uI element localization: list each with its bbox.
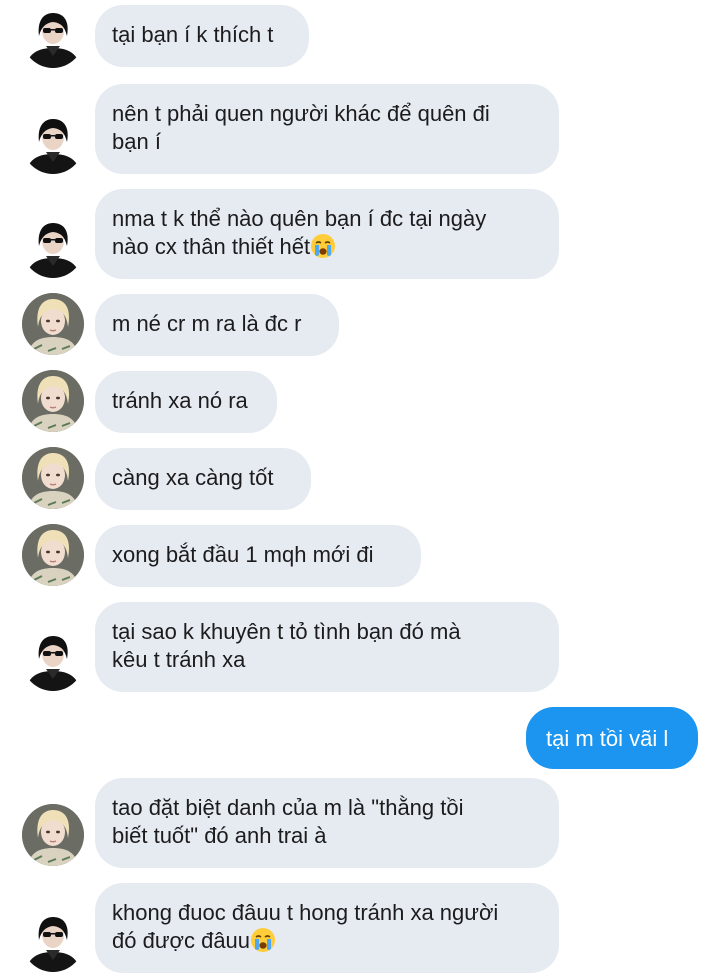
avatar[interactable] bbox=[22, 370, 84, 432]
message-text: tại m tồi vãi l bbox=[546, 726, 669, 751]
avatar[interactable] bbox=[22, 293, 84, 355]
message-text: khong đuoc đâuu t hong tránh xa người bbox=[112, 900, 499, 925]
incoming-message-bubble[interactable]: m né cr m ra là đc r bbox=[95, 294, 339, 356]
dark-haired-person-avatar-icon bbox=[22, 629, 84, 691]
dark-haired-person-avatar-icon bbox=[22, 112, 84, 174]
avatar[interactable] bbox=[22, 112, 84, 174]
incoming-message-bubble[interactable]: càng xa càng tốt bbox=[95, 448, 311, 510]
avatar[interactable] bbox=[22, 629, 84, 691]
dark-haired-person-avatar-icon bbox=[22, 216, 84, 278]
crying-face-icon bbox=[250, 927, 276, 953]
dark-haired-person-avatar-icon bbox=[22, 6, 84, 68]
blond-person-avatar-icon bbox=[22, 804, 84, 866]
message-text: m né cr m ra là đc r bbox=[112, 311, 302, 336]
blond-person-avatar-icon bbox=[22, 447, 84, 509]
crying-face-icon bbox=[310, 233, 336, 259]
incoming-message-bubble[interactable]: tại sao k khuyên t tỏ tình bạn đó mà kêu… bbox=[95, 602, 559, 692]
incoming-message-bubble[interactable]: nma t k thể nào quên bạn í đc tại ngày n… bbox=[95, 189, 559, 279]
message-text: nên t phải quen người khác để quên đi bbox=[112, 101, 490, 126]
outgoing-message-bubble[interactable]: tại m tồi vãi l bbox=[526, 707, 698, 769]
incoming-message-bubble[interactable]: tránh xa nó ra bbox=[95, 371, 277, 433]
message-text: tao đặt biệt danh của m là "thằng tồi bbox=[112, 795, 464, 820]
message-text: xong bắt đầu 1 mqh mới đi bbox=[112, 542, 374, 567]
incoming-message-bubble[interactable]: tại bạn í k thích t bbox=[95, 5, 309, 67]
message-text: tại sao k khuyên t tỏ tình bạn đó mà bbox=[112, 619, 461, 644]
message-text: bạn í bbox=[112, 129, 161, 154]
blond-person-avatar-icon bbox=[22, 293, 84, 355]
message-text: tại bạn í k thích t bbox=[112, 22, 274, 47]
avatar[interactable] bbox=[22, 447, 84, 509]
blond-person-avatar-icon bbox=[22, 370, 84, 432]
blond-person-avatar-icon bbox=[22, 524, 84, 586]
message-text: nào cx thân thiết hết bbox=[112, 234, 311, 259]
message-text: tránh xa nó ra bbox=[112, 388, 248, 413]
message-text: biết tuốt" đó anh trai à bbox=[112, 823, 327, 848]
avatar[interactable] bbox=[22, 6, 84, 68]
avatar[interactable] bbox=[22, 524, 84, 586]
message-text: kêu t tránh xa bbox=[112, 647, 246, 672]
dark-haired-person-avatar-icon bbox=[22, 910, 84, 972]
avatar[interactable] bbox=[22, 804, 84, 866]
avatar[interactable] bbox=[22, 910, 84, 972]
message-text: nma t k thể nào quên bạn í đc tại ngày bbox=[112, 206, 487, 231]
incoming-message-bubble[interactable]: tao đặt biệt danh của m là "thằng tồi bi… bbox=[95, 778, 559, 868]
message-text: càng xa càng tốt bbox=[112, 465, 274, 490]
incoming-message-bubble[interactable]: xong bắt đầu 1 mqh mới đi bbox=[95, 525, 421, 587]
message-text-line: nào cx thân thiết hết bbox=[112, 233, 539, 261]
message-text: đó được đâuu bbox=[112, 928, 251, 953]
incoming-message-bubble[interactable]: nên t phải quen người khác để quên đi bạ… bbox=[95, 84, 559, 174]
message-text-line: đó được đâuu bbox=[112, 927, 539, 955]
incoming-message-bubble[interactable]: khong đuoc đâuu t hong tránh xa người đó… bbox=[95, 883, 559, 973]
avatar[interactable] bbox=[22, 216, 84, 278]
